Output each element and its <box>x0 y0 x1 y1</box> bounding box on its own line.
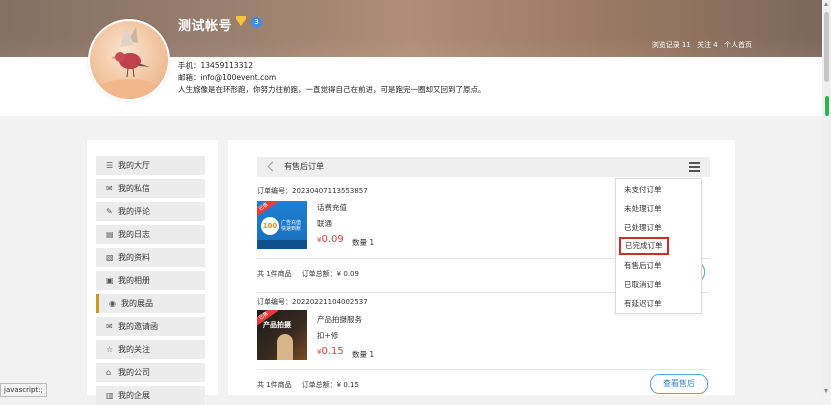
product-price: ¥0.15 <box>317 346 344 357</box>
sidebar-item-label: 我的资料 <box>118 253 150 262</box>
product-name[interactable]: 话费充值 <box>317 202 347 213</box>
sidebar: ☰ 我的大厅 ✉ 我的私信 ✎ 我的评论 ▤ 我的日志 ▧ 我的资料 ▣ 我的相… <box>87 140 218 405</box>
side-indicator <box>825 96 829 116</box>
sidebar-item-comments[interactable]: ✎ 我的评论 <box>96 202 205 221</box>
homepage-link[interactable]: 个人首页 <box>724 41 752 49</box>
product-quantity: 数量 1 <box>352 238 375 247</box>
dropdown-item-unprocessed[interactable]: 未处理订单 <box>624 202 662 216</box>
order-number: 订单编号：20220221104002537 <box>257 298 368 306</box>
motto-text: 人生旅像是在环形跑，你努力往前跑，一直觉得自己在前进，可是跑完一圈却又回到了原点… <box>178 85 486 94</box>
scrollbar-thumb[interactable] <box>824 12 829 82</box>
bird-avatar-image <box>99 25 159 99</box>
company-icon: ⌂ <box>106 368 112 377</box>
sidebar-item-label: 我的私信 <box>118 184 150 193</box>
sidebar-item-label: 我的评论 <box>118 207 150 216</box>
email-text: 邮箱：info@100event.com <box>178 73 277 82</box>
sidebar-item-company[interactable]: ⌂ 我的公司 <box>96 363 205 382</box>
hall-icon: ☰ <box>106 161 114 170</box>
order-number: 订单编号：20230407113553857 <box>257 187 368 195</box>
sidebar-item-label: 我的展品 <box>121 299 153 308</box>
product-quantity: 数量 1 <box>352 350 375 359</box>
exhibit-icon: ◉ <box>109 299 116 308</box>
orders-header: 有售后订单 <box>257 157 710 177</box>
order-filter-dropdown: 未支付订单 未处理订单 已处理订单 已完成订单 有售后订单 已取消订单 有延迟订… <box>615 178 702 314</box>
scroll-up-icon[interactable] <box>824 2 828 6</box>
level-badge-icon: 3 <box>251 17 262 28</box>
message-icon: ✉ <box>106 184 113 193</box>
log-icon: ▤ <box>106 230 114 239</box>
sidebar-item-label: 我的相册 <box>118 276 150 285</box>
views-link[interactable]: 浏览记录 11 <box>652 41 691 49</box>
sidebar-item-label: 我的日志 <box>118 230 150 239</box>
sidebar-item-label: 我的邀请函 <box>118 322 158 331</box>
dropdown-item-delayed[interactable]: 有延迟订单 <box>624 297 662 311</box>
following-link[interactable]: 关注 4 <box>697 41 718 49</box>
sidebar-item-enterprise-expo[interactable]: ▥ 我的企展 <box>96 386 205 405</box>
thumb-text: 产品拍摄 <box>263 321 291 329</box>
thumb-badge: 100 <box>261 217 279 235</box>
product-spec: 联通 <box>317 219 332 228</box>
sidebar-item-label: 我的企展 <box>118 391 150 400</box>
order-total: 共 1件商品 订单总额：¥ 0.15 <box>257 381 359 389</box>
sidebar-item-label: 我的大厅 <box>118 161 150 170</box>
sidebar-item-follows[interactable]: ☆ 我的关注 <box>96 340 205 359</box>
sidebar-item-album[interactable]: ▣ 我的相册 <box>96 271 205 290</box>
thumb-text: 广告充值 快速到账 <box>281 220 302 232</box>
sidebar-item-label: 我的公司 <box>118 368 150 377</box>
sidebar-item-hall[interactable]: ☰ 我的大厅 <box>96 156 205 175</box>
dropdown-item-unpaid[interactable]: 未支付订单 <box>624 183 662 197</box>
order-total: 共 1件商品 订单总额：¥ 0.09 <box>257 270 359 278</box>
username: 测试帐号 <box>178 19 233 34</box>
album-icon: ▣ <box>106 276 114 285</box>
expo-icon: ▥ <box>106 391 114 400</box>
avatar[interactable] <box>88 19 170 101</box>
invitation-icon: ✉ <box>106 322 113 331</box>
menu-icon[interactable] <box>689 162 700 172</box>
comment-icon: ✎ <box>106 207 113 216</box>
product-thumbnail[interactable]: 已售 100 广告充值 快速到账 <box>257 201 307 249</box>
sidebar-item-exhibits[interactable]: ◉ 我的展品 <box>96 294 205 313</box>
profile-icon: ▧ <box>106 253 114 262</box>
sidebar-item-invitations[interactable]: ✉ 我的邀请函 <box>96 317 205 336</box>
vip-diamond-icon <box>236 16 246 26</box>
product-price: ¥0.09 <box>317 234 344 245</box>
product-thumbnail[interactable]: 已售 产品拍摄 <box>257 310 307 360</box>
sidebar-item-messages[interactable]: ✉ 我的私信 <box>96 179 205 198</box>
dropdown-item-cancelled[interactable]: 已取消订单 <box>624 278 662 292</box>
dropdown-item-after-sale[interactable]: 有售后订单 <box>624 259 662 273</box>
phone-text: 手机：13459113312 <box>178 61 253 70</box>
product-name[interactable]: 产品拍摄服务 <box>317 314 362 325</box>
product-spec: 扣+修 <box>317 331 339 340</box>
sidebar-item-logs[interactable]: ▤ 我的日志 <box>96 225 205 244</box>
view-after-sale-button[interactable]: 查看售后 <box>650 374 708 394</box>
sidebar-item-label: 我的关注 <box>118 345 150 354</box>
page-title: 有售后订单 <box>284 162 324 171</box>
profile-stats: 浏览记录 11 关注 4 个人首页 <box>648 40 752 50</box>
sidebar-item-profile[interactable]: ▧ 我的资料 <box>96 248 205 267</box>
dropdown-item-processed[interactable]: 已处理订单 <box>624 221 662 235</box>
scroll-down-icon[interactable] <box>824 389 828 393</box>
star-icon: ☆ <box>106 345 114 354</box>
back-arrow-icon[interactable] <box>267 161 278 172</box>
dropdown-item-completed[interactable]: 已完成订单 <box>619 237 669 255</box>
page-scrollbar[interactable] <box>822 0 831 395</box>
